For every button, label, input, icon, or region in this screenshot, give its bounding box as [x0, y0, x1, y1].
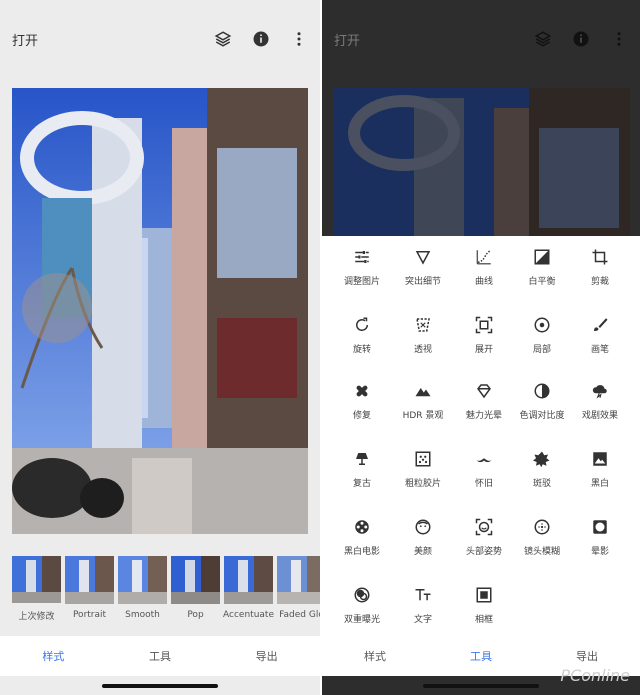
style-label: Accentuate: [223, 610, 274, 620]
layers-icon[interactable]: [534, 30, 552, 48]
style-thumb[interactable]: Accentuate: [223, 556, 274, 622]
style-thumb[interactable]: Smooth: [118, 556, 167, 622]
top-app-bar: 打开: [322, 0, 640, 78]
more-vert-icon[interactable]: [610, 30, 628, 48]
style-filmstrip: 上次修改 Portrait Smooth Pop Accentuate Fade…: [12, 556, 320, 622]
crop-icon: [592, 249, 608, 265]
double-exposure-icon: [354, 587, 370, 603]
triangle-down-icon: [415, 251, 431, 265]
style-thumb[interactable]: Portrait: [65, 556, 114, 622]
style-label: Portrait: [72, 610, 107, 620]
curves-icon: [476, 250, 491, 265]
mountains-icon: [415, 388, 431, 397]
home-indicator[interactable]: [423, 684, 539, 688]
tool-glamour-glow[interactable]: 魅力光晕: [452, 382, 516, 421]
style-label: Pop: [187, 610, 204, 620]
white-balance-icon: [534, 249, 550, 265]
tool-noir[interactable]: 黑白电影: [330, 518, 394, 557]
open-button[interactable]: 打开: [334, 30, 534, 49]
photo-preview[interactable]: [334, 88, 630, 236]
expand-icon: [475, 316, 493, 334]
perspective-icon: [416, 318, 430, 332]
right-screen: 打开 调整图片 突出细节 曲线 白平衡 剪裁 旋转 透视 展开 局部 画笔 修复…: [322, 0, 640, 695]
tool-head-pose[interactable]: 头部姿势: [452, 518, 516, 557]
vignette-icon: [593, 520, 607, 534]
tool-rotate[interactable]: 旋转: [330, 316, 394, 355]
tool-details[interactable]: 突出细节: [391, 248, 455, 287]
photo-preview[interactable]: [12, 88, 308, 534]
rotate-icon: [356, 317, 369, 331]
lamp-icon: [356, 453, 368, 465]
info-icon[interactable]: [572, 30, 590, 48]
tab-styles[interactable]: 样式: [28, 642, 78, 670]
tool-frames[interactable]: 相框: [452, 586, 516, 625]
style-thumb[interactable]: Faded Glo: [277, 556, 320, 622]
bandage-icon: [356, 385, 368, 397]
film-reel-icon: [355, 520, 369, 534]
layers-icon[interactable]: [214, 30, 232, 48]
contrast-icon: [534, 383, 550, 399]
tool-white-balance[interactable]: 白平衡: [510, 248, 574, 287]
tool-retrolux[interactable]: 怀旧: [452, 450, 516, 489]
tool-lens-blur[interactable]: 镜头模糊: [510, 518, 574, 557]
text-icon: [415, 589, 431, 601]
diamond-icon: [477, 384, 491, 399]
tool-tune-image[interactable]: 调整图片: [330, 248, 394, 287]
mustache-icon: [476, 458, 492, 463]
tool-expand[interactable]: 展开: [452, 316, 516, 355]
tool-perspective[interactable]: 透视: [391, 316, 455, 355]
bottom-navigation: 样式 工具 导出: [0, 636, 320, 676]
tune-icon: [355, 251, 369, 263]
tool-drama[interactable]: 戏剧效果: [568, 382, 632, 421]
home-indicator[interactable]: [102, 684, 218, 688]
tab-export[interactable]: 导出: [242, 642, 292, 670]
frame-icon: [476, 587, 492, 603]
tool-tonal-contrast[interactable]: 色调对比度: [510, 382, 574, 421]
tool-curves[interactable]: 曲线: [452, 248, 516, 287]
more-vert-icon[interactable]: [290, 30, 308, 48]
tool-portrait[interactable]: 美颜: [391, 518, 455, 557]
style-label: Smooth: [125, 610, 160, 620]
tool-selective[interactable]: 局部: [510, 316, 574, 355]
storm-cloud-icon: [592, 385, 607, 399]
tool-vintage[interactable]: 复古: [330, 450, 394, 489]
tool-crop[interactable]: 剪裁: [568, 248, 632, 287]
style-thumb[interactable]: Pop: [171, 556, 220, 622]
tool-double-exposure[interactable]: 双重曝光: [330, 586, 394, 625]
tool-brush[interactable]: 画笔: [568, 316, 632, 355]
info-icon[interactable]: [252, 30, 270, 48]
style-label: 上次修改: [18, 612, 55, 622]
tab-styles[interactable]: 样式: [350, 642, 400, 670]
watermark: PConline: [560, 666, 630, 685]
bw-photo-icon: [593, 452, 607, 466]
brush-icon: [594, 318, 608, 331]
target-icon: [534, 317, 550, 333]
tool-vignette[interactable]: 晕影: [568, 518, 632, 557]
tool-grainy-film[interactable]: 粗粒胶片: [391, 450, 455, 489]
tool-text[interactable]: 文字: [391, 586, 455, 625]
top-app-bar: 打开: [0, 0, 320, 78]
style-label: Faded Glo: [279, 610, 320, 620]
tab-tools[interactable]: 工具: [456, 642, 506, 670]
film-grain-icon: [415, 451, 431, 467]
tools-panel: 调整图片 突出细节 曲线 白平衡 剪裁 旋转 透视 展开 局部 画笔 修复 HD…: [322, 236, 640, 636]
tool-grunge[interactable]: 斑驳: [510, 450, 574, 489]
open-button[interactable]: 打开: [12, 30, 214, 49]
lens-blur-icon: [534, 519, 550, 535]
left-screen: 打开 上次修改 Portrait Smooth Pop Accentuate F…: [0, 0, 320, 695]
face-frame-icon: [475, 518, 493, 536]
grunge-icon: [533, 451, 550, 468]
tool-hdr-scape[interactable]: HDR 景观: [391, 382, 455, 421]
style-thumb[interactable]: 上次修改: [12, 556, 61, 622]
tool-healing[interactable]: 修复: [330, 382, 394, 421]
tool-black-white[interactable]: 黑白: [568, 450, 632, 489]
face-icon: [415, 519, 431, 535]
tab-tools[interactable]: 工具: [135, 642, 185, 670]
